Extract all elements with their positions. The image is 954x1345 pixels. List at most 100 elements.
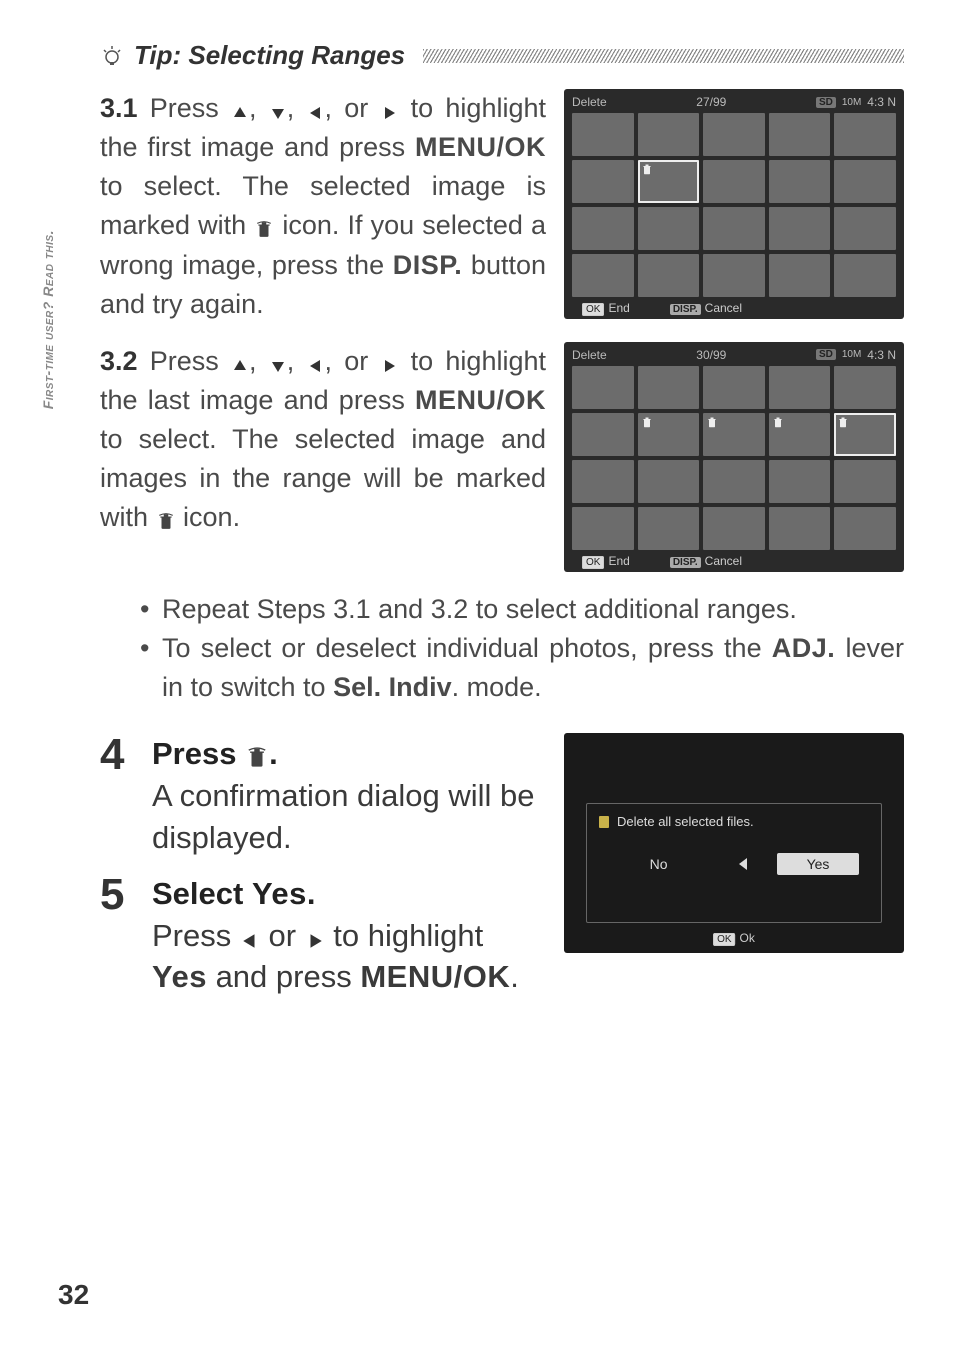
- ss2-grid: [572, 366, 896, 550]
- thumb: [703, 366, 765, 409]
- t: Press: [150, 93, 231, 123]
- thumb: [703, 113, 765, 156]
- t: icon.: [176, 502, 241, 532]
- ok-badge: OK: [713, 933, 735, 946]
- arrow-up-icon: [231, 358, 249, 374]
- thumb: [769, 254, 831, 297]
- t: to highlight: [325, 918, 484, 953]
- sd-icon: SD: [816, 97, 836, 108]
- ok-badge: OK: [582, 303, 604, 316]
- ss1-tenm: 10M: [842, 97, 861, 108]
- ss2-end: End: [608, 554, 629, 568]
- trash-mark-icon: [837, 416, 849, 428]
- thumb: [834, 160, 896, 203]
- arrow-down-icon: [269, 358, 287, 374]
- confirm-yes: Yes: [777, 853, 860, 875]
- screenshot-1: Delete 27/99 SD 10M 4:3 N OKEnd DISP.Can…: [564, 89, 904, 319]
- t: . mode.: [452, 672, 542, 702]
- trash-mark-icon: [772, 416, 784, 428]
- thumb-marked: [703, 413, 765, 456]
- thumb: [572, 413, 634, 456]
- t: Press: [152, 918, 240, 953]
- ss1-title: Delete: [572, 95, 607, 109]
- thumb: [769, 460, 831, 503]
- step-3-2-num: 3.2: [100, 346, 138, 376]
- thumb: [572, 254, 634, 297]
- thumb: [638, 507, 700, 550]
- thumb: [769, 507, 831, 550]
- tip-header: Tip: Selecting Ranges: [100, 40, 904, 71]
- thumb: [834, 460, 896, 503]
- thumb: [834, 113, 896, 156]
- thumb: [703, 254, 765, 297]
- thumb: [703, 160, 765, 203]
- step-3-1-text: 3.1 Press , , , or to highlight the firs…: [100, 89, 546, 324]
- lightbulb-icon: [100, 44, 124, 68]
- ss2-cancel: Cancel: [705, 554, 742, 568]
- sd-icon: SD: [816, 349, 836, 360]
- thumb: [769, 366, 831, 409]
- arrow-right-icon: [305, 932, 325, 950]
- arrow-left-icon: [307, 105, 325, 121]
- thumb-marked: [638, 413, 700, 456]
- thumb: [638, 460, 700, 503]
- bullet-1: Repeat Steps 3.1 and 3.2 to select addit…: [140, 590, 904, 629]
- tip-title: Tip: Selecting Ranges: [134, 40, 405, 71]
- step-3-1-num: 3.1: [100, 93, 138, 123]
- t: Press: [150, 346, 231, 376]
- page-number: 32: [58, 1279, 89, 1311]
- tip-divider: [423, 49, 904, 63]
- trash-mark-icon: [641, 416, 653, 428]
- ss1-ratio: 4:3 N: [867, 95, 896, 109]
- t: To select or deselect individual photos,…: [162, 633, 772, 663]
- trash-icon: [254, 220, 274, 238]
- thumb: [703, 507, 765, 550]
- ss2-counter: 30/99: [696, 348, 726, 362]
- step-5-title-b: .: [307, 876, 316, 911]
- arrow-up-icon: [231, 105, 249, 121]
- thumb: [572, 366, 634, 409]
- step-5: 5 Select Yes. Press or to highlight Yes …: [100, 873, 546, 999]
- ss1-grid: [572, 113, 896, 297]
- ss2-ratio: 4:3 N: [867, 348, 896, 362]
- thumb-selected: [834, 413, 896, 456]
- thumb: [638, 207, 700, 250]
- sel-indiv-label: Sel. Indiv: [333, 672, 452, 702]
- arrow-down-icon: [269, 105, 287, 121]
- step-4: 4 Press . A confirmation dialog will be …: [100, 733, 546, 859]
- t: .: [510, 959, 519, 994]
- thumb: [834, 207, 896, 250]
- screenshot-2: Delete 30/99 SD 10M 4:3 N OKEnd: [564, 342, 904, 572]
- thumb: [638, 113, 700, 156]
- t: or: [260, 918, 305, 953]
- thumb: [572, 507, 634, 550]
- trash-icon: [156, 512, 176, 530]
- step-5-num: 5: [100, 873, 134, 999]
- thumb-marked: [769, 413, 831, 456]
- confirm-message: Delete all selected files.: [617, 814, 869, 829]
- thumb: [834, 366, 896, 409]
- disp-badge: DISP.: [670, 557, 701, 568]
- thumb: [769, 113, 831, 156]
- thumb: [572, 207, 634, 250]
- trash-mark-icon: [641, 163, 653, 175]
- menu-ok-label: MENU/OK: [360, 959, 510, 994]
- ss1-cancel: Cancel: [705, 301, 742, 315]
- menu-ok-label: MENU/OK: [415, 132, 546, 162]
- thumb: [769, 207, 831, 250]
- arrow-left-icon: [307, 358, 325, 374]
- ss2-tenm: 10M: [842, 349, 861, 360]
- thumb: [834, 507, 896, 550]
- thumb: [769, 160, 831, 203]
- adj-label: ADJ.: [772, 633, 836, 663]
- ss1-end: End: [608, 301, 629, 315]
- confirm-ok-label: Ok: [740, 931, 755, 945]
- step-3-2-row: 3.2 Press , , , or to highlight the last…: [100, 342, 904, 572]
- arrow-right-icon: [380, 105, 398, 121]
- step-4-title-b: .: [269, 736, 278, 771]
- confirm-screenshot: Delete all selected files. No Yes OKOk: [564, 733, 904, 953]
- yes-label: Yes: [152, 959, 207, 994]
- thumb-selected: [638, 160, 700, 203]
- step-5-title-a: Select: [152, 876, 252, 911]
- menu-ok-label: MENU/OK: [415, 385, 546, 415]
